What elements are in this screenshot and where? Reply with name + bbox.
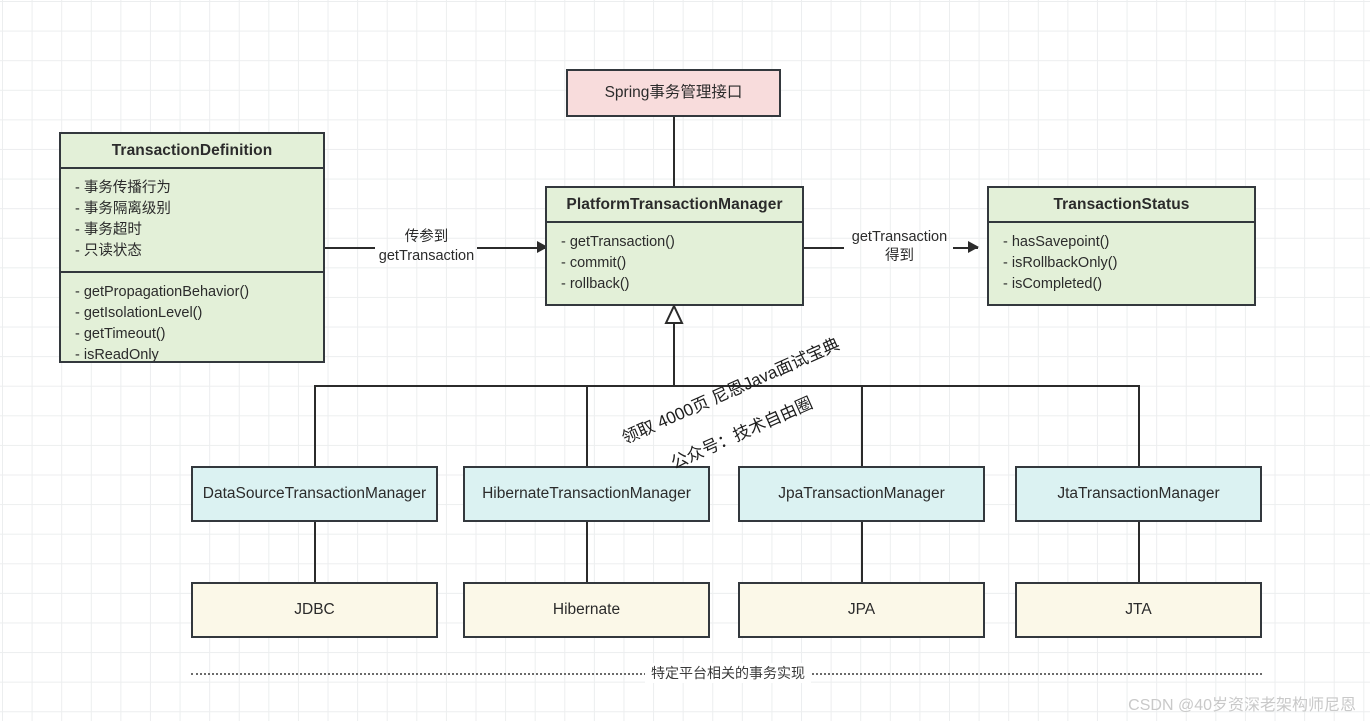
node-impl-jta-transaction-manager-label: JtaTransactionManager <box>1057 485 1220 503</box>
connector-bus-to-impl-2 <box>586 385 588 467</box>
method-row: - isReadOnly <box>75 346 159 363</box>
connector-manager-to-status-left <box>804 247 844 249</box>
node-tech-hibernate[interactable]: Hibernate <box>463 582 710 638</box>
node-impl-jpa-transaction-manager[interactable]: JpaTransactionManager <box>738 466 985 522</box>
method-row: - isRollbackOnly() <box>1003 254 1118 271</box>
edge-label-line-1: 传参到 <box>404 229 449 245</box>
method-row: - rollback() <box>561 275 630 292</box>
connector-bus-to-impl-4 <box>1138 385 1140 467</box>
node-impl-hibernate-transaction-manager-label: HibernateTransactionManager <box>482 485 691 503</box>
node-tech-jdbc[interactable]: JDBC <box>191 582 438 638</box>
edge-label-line-2: 得到 <box>885 247 914 264</box>
node-transaction-status-methods: - hasSavepoint() - isRollbackOnly() - is… <box>989 223 1254 304</box>
method-row: - getTimeout() <box>75 325 166 342</box>
connector-impl-4-to-tech-4 <box>1138 522 1140 582</box>
node-transaction-definition-title: TransactionDefinition <box>111 142 273 159</box>
node-transaction-status[interactable]: TransactionStatus - hasSavepoint() - isR… <box>987 186 1256 306</box>
node-impl-jpa-transaction-manager-label: JpaTransactionManager <box>778 485 945 503</box>
connector-impl-2-to-tech-2 <box>586 522 588 582</box>
watermark-csdn: CSDN @40岁资深老架构师尼恩 <box>1128 691 1356 715</box>
node-spring-transaction-interface[interactable]: Spring事务管理接口 <box>566 69 781 117</box>
node-impl-datasource-transaction-manager[interactable]: DataSourceTransactionManager <box>191 466 438 522</box>
watermark-csdn-label: CSDN @40岁资深老架构师尼恩 <box>1128 697 1356 714</box>
node-spring-transaction-interface-label: Spring事务管理接口 <box>604 84 743 102</box>
connector-impl-3-to-tech-3 <box>861 522 863 582</box>
method-row: - getIsolationLevel() <box>75 304 203 321</box>
connector-bus-to-impl-3 <box>861 385 863 467</box>
edge-label-line-1: getTransaction <box>851 229 948 245</box>
node-tech-hibernate-label: Hibernate <box>552 601 621 619</box>
node-tech-jpa[interactable]: JPA <box>738 582 985 638</box>
diagram-canvas: Spring事务管理接口 TransactionDefinition - 事务传… <box>0 0 1370 721</box>
node-impl-hibernate-transaction-manager[interactable]: HibernateTransactionManager <box>463 466 710 522</box>
method-row: - getTransaction() <box>561 233 675 250</box>
node-platform-transaction-manager-title: PlatformTransactionManager <box>566 196 783 213</box>
method-row: - hasSavepoint() <box>1003 233 1110 250</box>
attribute-row: - 事务隔离级别 <box>75 200 171 217</box>
connector-impl-1-to-tech-1 <box>314 522 316 582</box>
node-transaction-definition-methods: - getPropagationBehavior() - getIsolatio… <box>61 273 323 363</box>
connector-bus-to-impl-1 <box>314 385 316 467</box>
node-tech-jdbc-label: JDBC <box>294 601 335 619</box>
node-transaction-definition[interactable]: TransactionDefinition - 事务传播行为 - 事务隔离级别 … <box>59 132 325 363</box>
method-row: - commit() <box>561 254 627 271</box>
edge-label-definition-to-manager: 传参到 getTransaction <box>369 228 484 265</box>
connector-manager-generalization-stem <box>673 322 675 386</box>
node-tech-jta-label: JTA <box>1125 601 1152 619</box>
arrowhead-to-status <box>968 241 979 253</box>
node-transaction-status-title: TransactionStatus <box>1053 196 1190 213</box>
connector-definition-to-manager-left <box>325 247 375 249</box>
method-row: - getPropagationBehavior() <box>75 283 250 300</box>
node-tech-jta[interactable]: JTA <box>1015 582 1262 638</box>
method-row: - isCompleted() <box>1003 275 1103 292</box>
node-platform-transaction-manager[interactable]: PlatformTransactionManager - getTransact… <box>545 186 804 306</box>
edge-label-line-2: getTransaction <box>378 247 475 264</box>
node-transaction-definition-attributes: - 事务传播行为 - 事务隔离级别 - 事务超时 - 只读状态 <box>61 169 323 271</box>
attribute-row: - 只读状态 <box>75 242 142 259</box>
node-impl-jta-transaction-manager[interactable]: JtaTransactionManager <box>1015 466 1262 522</box>
footer-note-label: 特定平台相关的事务实现 <box>651 665 805 681</box>
edge-label-manager-to-status: getTransaction 得到 <box>843 228 956 265</box>
node-platform-transaction-manager-methods: - getTransaction() - commit() - rollback… <box>547 223 802 304</box>
node-impl-datasource-transaction-manager-label: DataSourceTransactionManager <box>202 485 427 503</box>
connector-interface-to-manager <box>673 117 675 186</box>
attribute-row: - 事务传播行为 <box>75 179 171 196</box>
node-tech-jpa-label: JPA <box>847 601 876 619</box>
footer-note: 特定平台相关的事务实现 <box>645 663 811 683</box>
attribute-row: - 事务超时 <box>75 221 142 238</box>
